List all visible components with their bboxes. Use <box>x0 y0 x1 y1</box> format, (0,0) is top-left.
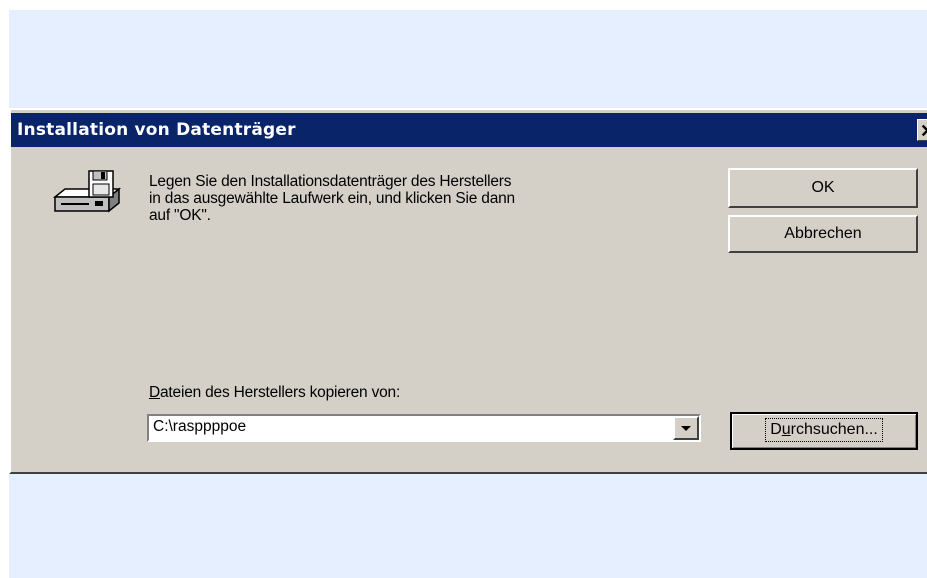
chevron-down-icon <box>681 426 691 431</box>
instruction-text: Legen Sie den Installationsdatenträger d… <box>149 173 709 224</box>
instruction-line: in das ausgewählte Laufwerk ein, und kli… <box>149 190 515 207</box>
accelerator-key: D <box>149 384 160 401</box>
copy-from-label: Dateien des Herstellers kopieren von: <box>149 384 400 402</box>
close-icon: ✕ <box>920 121 927 140</box>
close-button[interactable]: ✕ <box>917 119 927 141</box>
title-bar[interactable]: Installation von Datenträger ✕ <box>11 113 927 147</box>
screen: Installation von Datenträger ✕ Legen Sie… <box>0 0 927 578</box>
dialog-title: Installation von Datenträger <box>17 120 296 140</box>
disk-drive-icon <box>52 170 122 213</box>
dropdown-button[interactable] <box>673 416 699 440</box>
focus-rectangle: Durchsuchen... <box>765 418 883 442</box>
copy-from-path-input[interactable] <box>153 418 653 436</box>
install-from-disk-dialog: Installation von Datenträger ✕ Legen Sie… <box>9 108 927 474</box>
copy-from-combobox[interactable] <box>147 414 701 442</box>
instruction-line: auf "OK". <box>149 207 211 224</box>
browse-label-pre: D <box>770 421 782 438</box>
instruction-line: Legen Sie den Installationsdatenträger d… <box>149 173 512 190</box>
ok-button[interactable]: OK <box>728 168 918 208</box>
accelerator-key: u <box>781 421 791 438</box>
browse-label-rest: rchsuchen... <box>790 421 878 438</box>
browse-button[interactable]: Durchsuchen... <box>730 412 918 450</box>
copy-from-label-text: ateien des Herstellers kopieren von: <box>160 384 401 401</box>
cancel-button[interactable]: Abbrechen <box>728 215 918 253</box>
